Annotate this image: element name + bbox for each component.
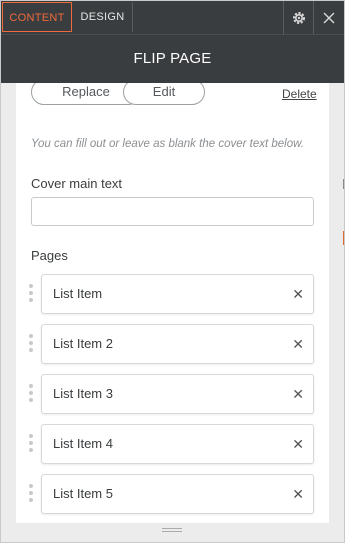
- settings-panel: CONTENT DESIGN FLIP PAGE Replace Edit De…: [0, 0, 345, 543]
- cover-hint: You can fill out or leave as blank the c…: [31, 138, 304, 150]
- remove-icon[interactable]: ✕: [292, 275, 304, 313]
- close-icon: [323, 12, 335, 23]
- drag-handle-icon[interactable]: [29, 334, 35, 356]
- panel-title: FLIP PAGE: [133, 50, 212, 67]
- delete-link[interactable]: Delete: [282, 87, 317, 101]
- resize-grip-icon[interactable]: [162, 528, 182, 535]
- list-item-label: List Item 5: [53, 486, 113, 501]
- drag-handle-icon[interactable]: [29, 284, 35, 306]
- list-item[interactable]: List Item ✕: [41, 274, 314, 314]
- tab-bar: CONTENT DESIGN: [1, 1, 344, 34]
- drag-handle-icon[interactable]: [29, 384, 35, 406]
- list-item[interactable]: List Item 5 ✕: [41, 474, 314, 514]
- tab-design[interactable]: DESIGN: [73, 2, 133, 32]
- list-item[interactable]: List Item 4 ✕: [41, 424, 314, 464]
- list-item-label: List Item: [53, 286, 103, 301]
- close-button[interactable]: [314, 1, 344, 34]
- content-card: Replace Edit Delete You can fill out or …: [16, 83, 329, 523]
- list-item[interactable]: List Item 2 ✕: [41, 324, 314, 364]
- remove-icon[interactable]: ✕: [292, 475, 304, 513]
- settings-button[interactable]: [284, 1, 314, 34]
- drag-handle-icon[interactable]: [29, 434, 35, 456]
- cover-text-input[interactable]: [31, 197, 314, 226]
- list-item-label: List Item 4: [53, 436, 113, 451]
- list-item-label: List Item 2: [53, 336, 113, 351]
- remove-icon[interactable]: ✕: [292, 325, 304, 363]
- drag-handle-icon[interactable]: [29, 484, 35, 506]
- cover-text-label: Cover main text: [31, 176, 123, 191]
- list-item[interactable]: List Item 3 ✕: [41, 374, 314, 414]
- panel-header: FLIP PAGE: [1, 34, 344, 83]
- remove-icon[interactable]: ✕: [292, 375, 304, 413]
- remove-icon[interactable]: ✕: [292, 425, 304, 463]
- tab-content[interactable]: CONTENT: [2, 2, 72, 32]
- list-item-label: List Item 3: [53, 386, 113, 401]
- pages-label: Pages: [31, 248, 68, 263]
- edit-button[interactable]: Edit: [123, 83, 205, 105]
- gear-icon: [293, 11, 305, 24]
